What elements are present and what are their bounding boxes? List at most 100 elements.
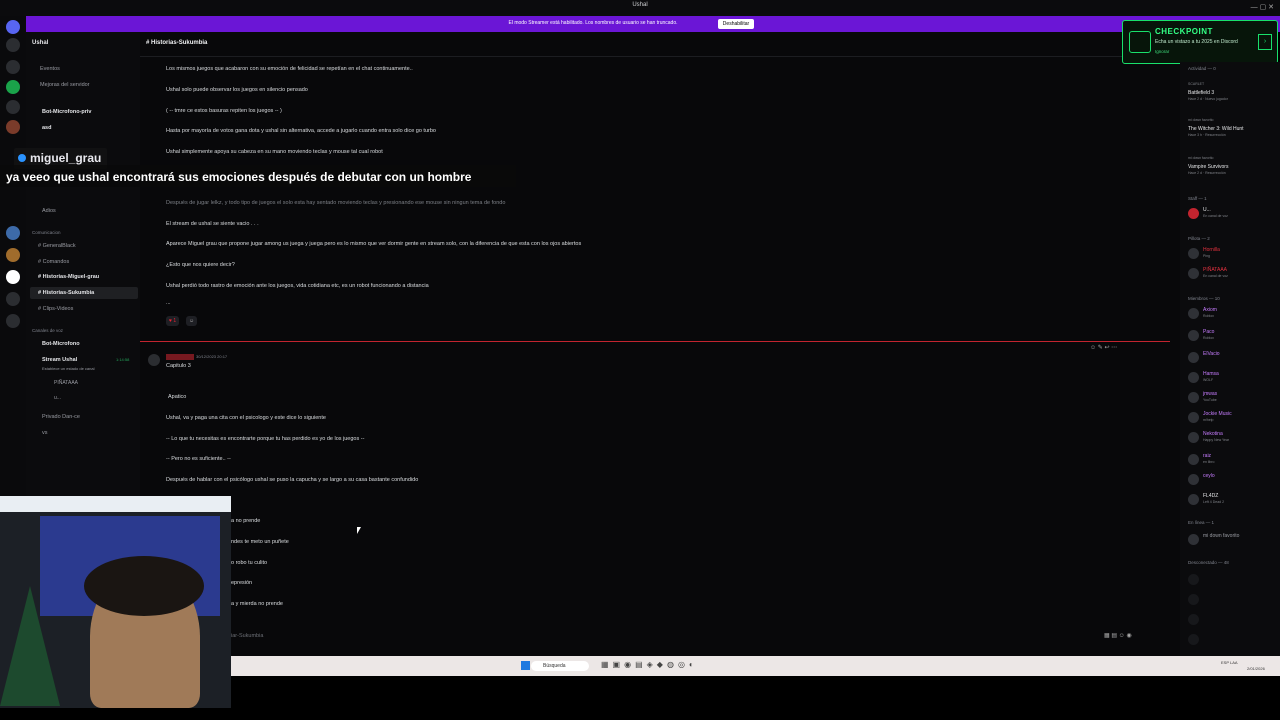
category-comunicacion[interactable]: Comunicacion bbox=[32, 230, 61, 235]
channel-generalblack[interactable]: # GeneralBlack bbox=[38, 243, 76, 249]
voice-channel-stream-ushal[interactable]: Stream Ushal bbox=[42, 357, 77, 363]
avatar bbox=[1188, 372, 1199, 383]
pillota-label: Pillota — 2 bbox=[1188, 236, 1210, 241]
server-icon[interactable] bbox=[6, 120, 20, 134]
message-line: a no prende bbox=[231, 518, 261, 524]
avatar bbox=[1188, 352, 1199, 363]
server-icon[interactable] bbox=[6, 80, 20, 94]
server-icon[interactable] bbox=[6, 226, 20, 240]
channel-adios[interactable]: Adios bbox=[42, 208, 56, 214]
member-row[interactable]: Jockie Music m!help bbox=[1188, 410, 1276, 426]
message-line: ... bbox=[166, 300, 171, 306]
message-line: -- Lo que tu necesitas es encontrarte po… bbox=[166, 436, 365, 442]
server-icon[interactable] bbox=[6, 38, 20, 52]
sidebar-item-events[interactable]: Eventos bbox=[40, 66, 60, 72]
checkpoint-popup[interactable]: CHECKPOINT Echa un vistazo a tu 2025 en … bbox=[1122, 20, 1278, 64]
taskbar-clock[interactable]: 2/01/2026 bbox=[1247, 666, 1265, 671]
server-icon[interactable] bbox=[6, 60, 20, 74]
activity-card[interactable]: mi down favorito The Witcher 3: Wild Hun… bbox=[1188, 118, 1276, 137]
member-row[interactable]: Hornilla Ping bbox=[1188, 246, 1276, 262]
message-actions[interactable]: ☺ ✎ ↩ ⋯ bbox=[1090, 344, 1117, 351]
member-row[interactable]: PIÑATAAA En canal de voz bbox=[1188, 266, 1276, 282]
channel-historias-sukumbia[interactable]: # Historias-Sukumbia bbox=[38, 290, 94, 296]
avatar bbox=[1188, 574, 1199, 585]
channel-clips-videos[interactable]: # Clips-Videos bbox=[38, 306, 73, 312]
member-row[interactable]: raiz en libro bbox=[1188, 452, 1276, 468]
channel-asd[interactable]: asd bbox=[42, 125, 51, 131]
taskbar-lang[interactable]: ESP LAA bbox=[1221, 660, 1238, 665]
taskbar-search[interactable]: Búsqueda bbox=[531, 661, 589, 671]
activity-card[interactable]: SCARLET Battlefield 3 Hace 2 d · Nuevo j… bbox=[1188, 82, 1276, 101]
voice-user[interactable]: PIÑATAAA bbox=[54, 380, 78, 386]
server-icon[interactable] bbox=[6, 248, 20, 262]
member-row[interactable]: FL4DZ Left 4 Dead 2 bbox=[1188, 492, 1276, 508]
server-icon-home[interactable] bbox=[6, 20, 20, 34]
member-row[interactable] bbox=[1188, 592, 1276, 608]
message-line: Hasta por mayoría de votos gana dota y u… bbox=[166, 128, 436, 134]
activity-card[interactable]: mi down favorito Vampire Survivors Hace … bbox=[1188, 156, 1276, 175]
avatar bbox=[1188, 308, 1199, 319]
disable-streamer-button[interactable]: Deshabilitar bbox=[718, 19, 754, 29]
checkpoint-icon bbox=[1129, 31, 1151, 53]
member-row[interactable]: Paco Roblox bbox=[1188, 328, 1276, 344]
author-name-hidden[interactable] bbox=[166, 354, 194, 360]
chat-area: # Historias-Sukumbia Los mismos juegos q… bbox=[140, 32, 1180, 656]
voice-channel-bot-microfono[interactable]: Bot-Microfono bbox=[42, 341, 80, 347]
arrow-right-icon[interactable]: › bbox=[1258, 34, 1272, 50]
channel-status[interactable]: Establece un estado de canal bbox=[42, 366, 94, 371]
avatar bbox=[1188, 594, 1199, 605]
member-row[interactable]: jmwas YouTube bbox=[1188, 390, 1276, 406]
discover-icon[interactable] bbox=[6, 314, 20, 328]
member-row[interactable]: Nekotina Happy New Year bbox=[1188, 430, 1276, 446]
windows-start-icon[interactable] bbox=[521, 661, 530, 670]
server-name[interactable]: Ushal bbox=[32, 40, 48, 46]
voice-user[interactable]: u... bbox=[54, 395, 61, 401]
channel-bot-microfono-priv[interactable]: Bot-Microfono-priv bbox=[42, 109, 92, 115]
message-line: ¿Esto que nos quiere decir? bbox=[166, 262, 235, 268]
message-line: Ushal, va y paga una cita con el psicolo… bbox=[166, 415, 326, 421]
category-voz[interactable]: Canales de voz bbox=[32, 328, 63, 333]
checkpoint-subtitle: Echa un vistazo a tu 2025 en Discord bbox=[1155, 39, 1238, 45]
member-row[interactable]: Hamsa WOLF bbox=[1188, 370, 1276, 386]
member-row[interactable] bbox=[1188, 632, 1276, 648]
member-row[interactable]: Axiom Roblox bbox=[1188, 306, 1276, 322]
message-line: Ushal perdió todo rastro de emoción ante… bbox=[166, 283, 429, 289]
banner-text: El modo Streamer está habilitado. Los no… bbox=[508, 20, 678, 26]
avatar[interactable] bbox=[148, 354, 160, 366]
message-line: Ushal solo puede observar los juegos en … bbox=[166, 87, 308, 93]
member-row[interactable]: U... En canal de voz bbox=[1188, 206, 1276, 222]
input-toolbar[interactable]: ▦ ▤ ☺ ◉ bbox=[1104, 632, 1132, 639]
window-controls[interactable]: — ▢ ✕ bbox=[1251, 3, 1274, 11]
heart-reaction[interactable]: ♥ 1 bbox=[166, 316, 180, 326]
checkpoint-dismiss[interactable]: Ignorar bbox=[1155, 49, 1169, 54]
webcam-ceiling bbox=[0, 496, 231, 512]
channel-title: # Historias-Sukumbia bbox=[146, 40, 208, 46]
channel-privado-dance[interactable]: Privado Dan-ce bbox=[42, 414, 80, 420]
channel-comandos[interactable]: # Comandos bbox=[38, 259, 69, 265]
staff-label: Staff — 1 bbox=[1188, 196, 1207, 201]
member-row[interactable]: mi down favorito bbox=[1188, 532, 1276, 548]
server-icon[interactable] bbox=[6, 100, 20, 114]
member-row[interactable]: ceylo bbox=[1188, 472, 1276, 488]
sidebar-item-boosts[interactable]: Mejoras del servidor bbox=[40, 82, 90, 88]
server-icon[interactable] bbox=[6, 292, 20, 306]
taskbar-apps[interactable]: ▦▣◉▤◈◆◍◎◐ bbox=[601, 660, 698, 669]
message-line: -- Pero no es suficiente.. -- bbox=[166, 456, 231, 462]
chat-header: # Historias-Sukumbia bbox=[140, 32, 1180, 57]
add-reaction-icon[interactable]: ☺ bbox=[186, 316, 198, 326]
activity-label: Actividad — 0 bbox=[1188, 66, 1216, 71]
message-line: El stream de ushal se siente vacio . . . bbox=[166, 221, 259, 227]
member-row[interactable] bbox=[1188, 612, 1276, 628]
member-row[interactable] bbox=[1188, 572, 1276, 588]
server-icon[interactable] bbox=[6, 270, 20, 284]
channel-vs[interactable]: vs bbox=[42, 430, 48, 436]
member-row[interactable]: ElVacio bbox=[1188, 350, 1276, 366]
overlay-message: ya veeo que ushal encontrará sus emocion… bbox=[0, 165, 516, 187]
avatar bbox=[1188, 432, 1199, 443]
message-timestamp: 30/12/2023 20:17 bbox=[196, 354, 228, 359]
webcam-hair bbox=[84, 556, 204, 616]
message-line: Capitulo 3 bbox=[166, 363, 191, 369]
channel-historias-miguel-grau[interactable]: # Historias-Miguel-grau bbox=[38, 274, 99, 280]
message-input[interactable]: iar-Sukumbia bbox=[231, 633, 263, 639]
streamer-mode-banner: El modo Streamer está habilitado. Los no… bbox=[26, 16, 1280, 32]
